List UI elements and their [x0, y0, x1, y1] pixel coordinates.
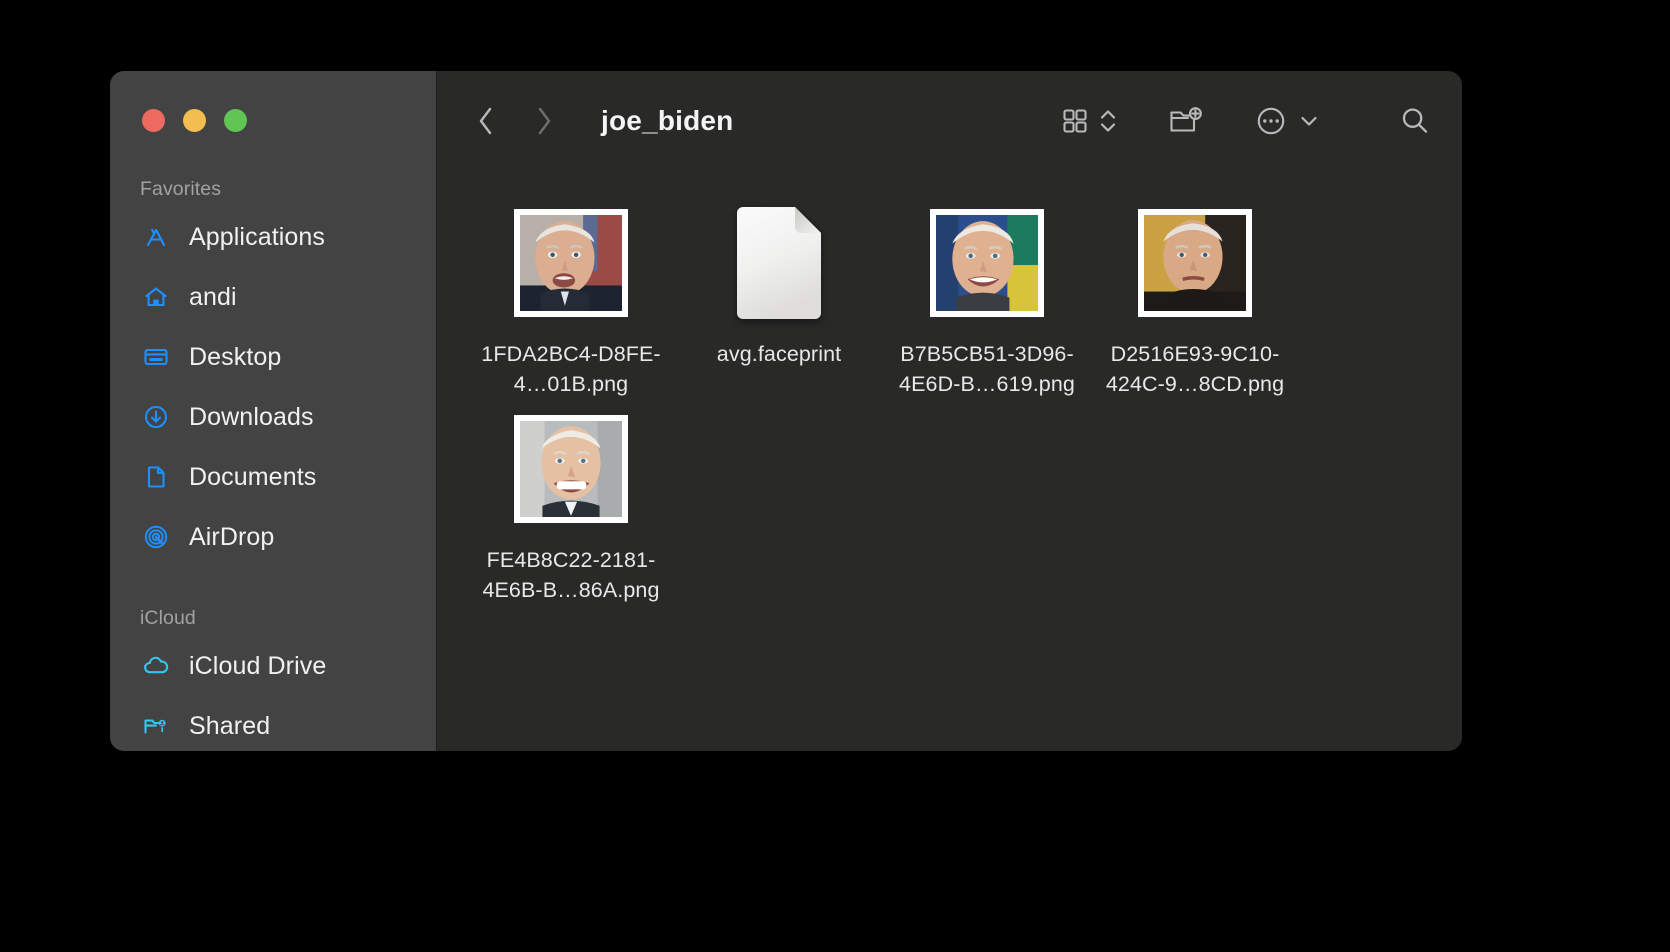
sidebar-item-shared[interactable]: Shared [110, 696, 436, 751]
traffic-lights [110, 71, 436, 132]
downloads-icon [142, 403, 170, 431]
file-thumbnail [513, 411, 629, 527]
portrait-smile-thumb [936, 215, 1038, 311]
navigation-buttons [471, 104, 559, 138]
toolbar-right-group [1060, 104, 1432, 138]
sidebar: Favorites Applications andi Desktop Down… [110, 71, 436, 751]
sidebar-item-label: andi [189, 282, 237, 311]
file-item[interactable]: B7B5CB51-3D96-4E6D-B…619.png [883, 193, 1091, 399]
grid-view-icon[interactable] [1060, 106, 1090, 136]
sidebar-section-icloud-title: iCloud [140, 607, 196, 629]
desktop-icon [142, 343, 170, 371]
photo-frame [930, 209, 1044, 317]
main-panel: joe_biden 1FDA2BC4-D8FE-4…01B.png avg.fa… [436, 71, 1462, 751]
file-thumbnail [929, 205, 1045, 321]
photo-frame [514, 415, 628, 523]
file-grid: 1FDA2BC4-D8FE-4…01B.png avg.faceprint B7… [437, 171, 1462, 751]
photo-frame [1138, 209, 1252, 317]
sidebar-item-documents[interactable]: Documents [110, 447, 436, 507]
new-folder-icon[interactable] [1168, 105, 1204, 137]
more-options-icon[interactable] [1254, 104, 1288, 138]
file-name: B7B5CB51-3D96-4E6D-B…619.png [899, 342, 1075, 396]
portrait-serious-thumb [1144, 215, 1246, 311]
file-name: FE4B8C22-2181-4E6B-B…86A.png [482, 548, 660, 602]
chevron-down-icon[interactable] [1298, 110, 1320, 132]
file-thumbnail [513, 205, 629, 321]
sidebar-list-favorites: Applications andi Desktop Downloads Docu… [110, 207, 436, 567]
file-item[interactable]: 1FDA2BC4-D8FE-4…01B.png [467, 193, 675, 399]
sidebar-section-favorites-title: Favorites [140, 178, 222, 200]
file-thumbnail [721, 205, 837, 321]
toolbar: joe_biden [437, 71, 1462, 171]
file-item[interactable]: D2516E93-9C10-424C-9…8CD.png [1091, 193, 1299, 399]
forward-button[interactable] [529, 104, 559, 138]
sidebar-item-airdrop[interactable]: AirDrop [110, 507, 436, 567]
sidebar-list-icloud: iCloud Drive Shared [110, 636, 436, 751]
portrait-grin-thumb [520, 421, 622, 517]
close-button[interactable] [142, 109, 165, 132]
applications-icon [142, 223, 170, 251]
sidebar-item-downloads[interactable]: Downloads [110, 387, 436, 447]
file-thumbnail [1137, 205, 1253, 321]
sidebar-item-applications[interactable]: Applications [110, 207, 436, 267]
sidebar-item-label: Shared [189, 711, 271, 740]
sidebar-item-icloud-drive[interactable]: iCloud Drive [110, 636, 436, 696]
file-item[interactable]: avg.faceprint [675, 193, 883, 399]
sidebar-item-label: Downloads [189, 402, 314, 431]
maximize-button[interactable] [224, 109, 247, 132]
file-name: avg.faceprint [716, 342, 842, 366]
file-item[interactable]: FE4B8C22-2181-4E6B-B…86A.png [467, 399, 675, 605]
page-title: joe_biden [601, 105, 734, 136]
documents-icon [142, 463, 170, 491]
sidebar-item-label: Desktop [189, 342, 282, 371]
sidebar-item-label: Documents [189, 462, 317, 491]
view-sort-chevrons-icon[interactable] [1098, 104, 1118, 138]
home-icon [142, 283, 170, 311]
airdrop-icon [142, 523, 170, 551]
portrait-flag-thumb [520, 215, 622, 311]
sidebar-item-andi[interactable]: andi [110, 267, 436, 327]
document-icon [733, 205, 825, 321]
file-name: D2516E93-9C10-424C-9…8CD.png [1105, 342, 1285, 396]
cloud-icon [142, 652, 170, 680]
finder-window: Favorites Applications andi Desktop Down… [110, 71, 1462, 751]
file-name: 1FDA2BC4-D8FE-4…01B.png [481, 342, 661, 396]
back-button[interactable] [471, 104, 501, 138]
minimize-button[interactable] [183, 109, 206, 132]
sidebar-item-label: Applications [189, 222, 326, 251]
sidebar-item-desktop[interactable]: Desktop [110, 327, 436, 387]
shared-folder-icon [142, 712, 170, 740]
search-icon[interactable] [1398, 104, 1432, 138]
sidebar-item-label: iCloud Drive [189, 651, 327, 680]
sidebar-item-label: AirDrop [189, 522, 275, 551]
photo-frame [514, 209, 628, 317]
